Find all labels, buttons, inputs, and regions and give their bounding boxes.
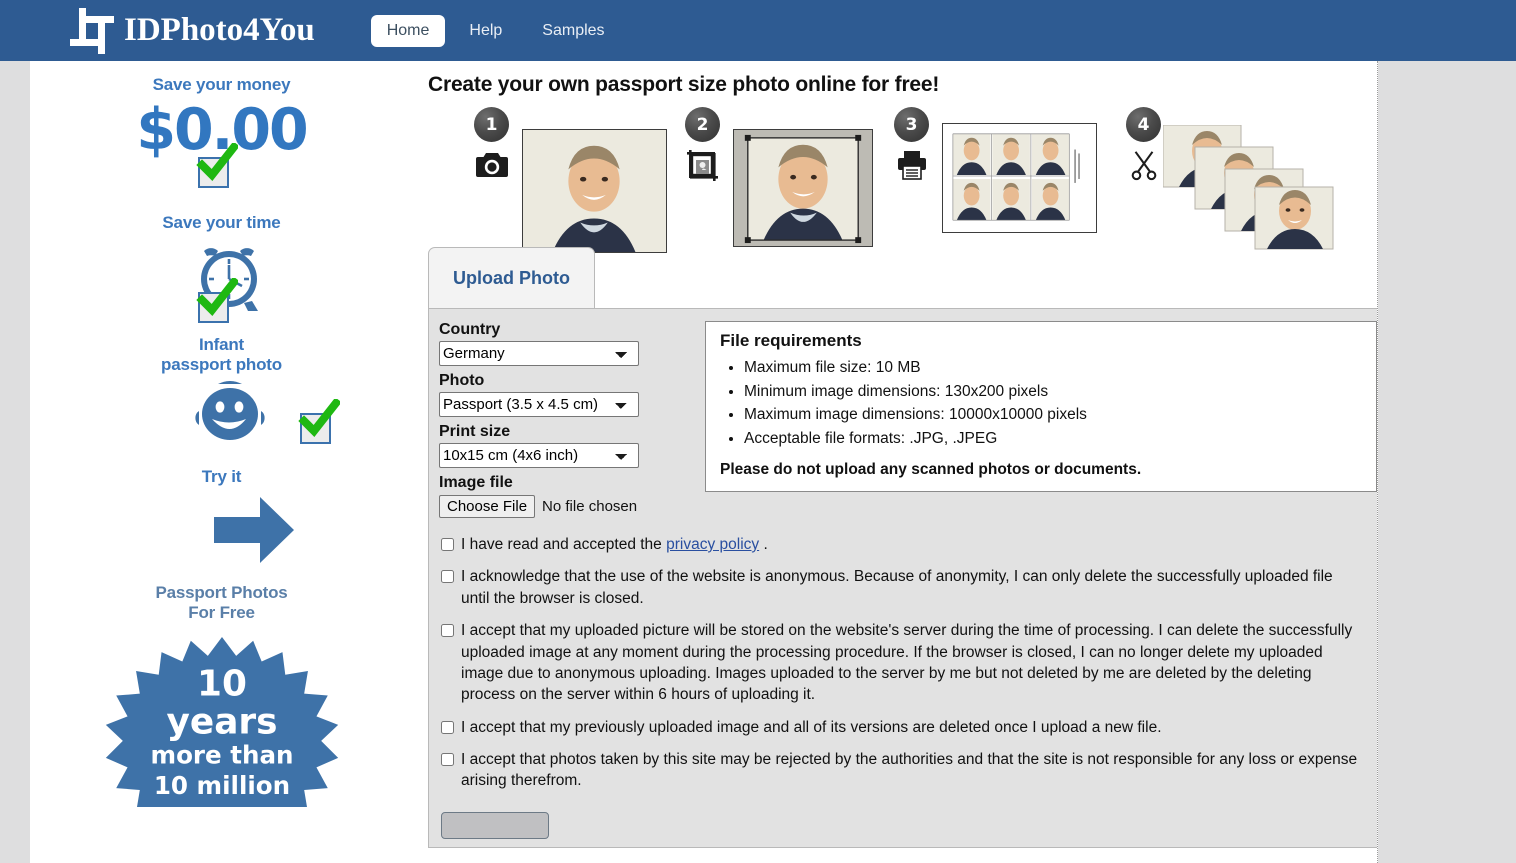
consent-text-anonymous: I acknowledge that the use of the websit… (461, 568, 1333, 607)
check-mark-money-icon (196, 143, 238, 182)
page-title: Create your own passport size photo onli… (428, 73, 940, 96)
consent-text-rejection: I accept that photos taken by this site … (461, 751, 1358, 790)
requirement-item: Maximum image dimensions: 10000x10000 pi… (744, 403, 1362, 427)
file-requirements-list: Maximum file size: 10 MB Minimum image d… (724, 356, 1362, 450)
step-4-photo-stack (1162, 124, 1353, 253)
badge-line2: years (166, 702, 277, 743)
sidebar-caption-money: Save your money (152, 75, 291, 94)
requirement-item: Maximum file size: 10 MB (744, 356, 1362, 380)
consent-privacy-post: . (759, 536, 768, 553)
tab-upload-photo[interactable]: Upload Photo (428, 247, 595, 309)
country-select[interactable]: Germany (439, 341, 639, 366)
step-4: 4 (1126, 107, 1161, 186)
page-root: IDPhoto4You Home Help Samples Save your … (0, 0, 1516, 863)
sidebar-caption-time: Save your time (162, 213, 281, 233)
badge-line1: 10 (197, 664, 247, 705)
image-file-label: Image file (439, 474, 513, 491)
check-mark-time-icon (196, 278, 238, 317)
consent-checkbox-privacy[interactable] (441, 538, 454, 551)
step-1: 1 (474, 107, 509, 186)
file-requirements-box: File requirements Maximum file size: 10 … (705, 321, 1377, 493)
content-area: Save your money $0.00 Save your time Inf… (30, 61, 1378, 863)
crop-photo-icon (687, 150, 718, 181)
sidebar-caption-infant-2: passport photo (161, 355, 282, 375)
requirement-item: Minimum image dimensions: 130x200 pixels (744, 380, 1362, 404)
file-requirements-title: File requirements (720, 331, 862, 350)
main-column: Create your own passport size photo onli… (413, 61, 1377, 863)
print-size-select[interactable]: 10x15 cm (4x6 inch) (439, 443, 639, 468)
consent-text-privacy: I have read and accepted the privacy pol… (461, 534, 768, 555)
consent-text-replace: I accept that my previously uploaded ima… (461, 718, 1162, 736)
badge-line4: 10 million (153, 771, 289, 800)
consent-text-storage: I accept that my uploaded picture will b… (461, 622, 1353, 704)
anniversary-badge: 10 years more than 10 million (30, 637, 413, 808)
steps-strip: 1 2 3 4 (428, 107, 1377, 257)
consent-privacy-pre: I have read and accepted the (461, 536, 667, 553)
upload-form: Country Germany Photo Passport (3.5 x 4.… (429, 321, 687, 518)
cut-photos-stack (1162, 124, 1334, 250)
step-2: 2 (685, 107, 720, 186)
nav-link-samples[interactable]: Samples (526, 15, 620, 47)
printed-sheet (943, 124, 1096, 232)
portrait-thumb-cropped (734, 130, 872, 246)
requirement-item: Acceptable file formats: .JPG, .JPEG (744, 427, 1362, 451)
step-1-badge: 1 (474, 107, 509, 142)
sidebar-footer-line2: For Free (188, 603, 255, 623)
consent-row-privacy: I have read and accepted the privacy pol… (439, 534, 1359, 555)
upload-panel: Country Germany Photo Passport (3.5 x 4.… (428, 308, 1377, 848)
nav-links: Home Help Samples (370, 14, 621, 47)
no-file-chosen-text: No file chosen (542, 498, 638, 515)
check-mark-infant-icon (298, 399, 340, 438)
step-1-photo (522, 129, 667, 253)
choose-file-button[interactable]: Choose File (439, 495, 536, 518)
scissors-icon (1131, 151, 1157, 181)
step-3-badge: 3 (894, 107, 929, 142)
consent-row-anonymous: I acknowledge that the use of the websit… (439, 566, 1359, 609)
consent-list: I have read and accepted the privacy pol… (439, 534, 1359, 792)
submit-button[interactable] (441, 811, 549, 839)
step-3: 3 (894, 107, 929, 186)
consent-row-storage: I accept that my uploaded picture will b… (439, 620, 1359, 706)
file-requirements-note: Please do not upload any scanned photos … (720, 461, 1142, 479)
step-4-badge: 4 (1126, 107, 1161, 142)
photo-type-select[interactable]: Passport (3.5 x 4.5 cm) (439, 392, 639, 417)
baby-face-icon (195, 381, 265, 441)
nav-link-home[interactable]: Home (370, 14, 446, 47)
consent-row-replace: I accept that my previously uploaded ima… (439, 717, 1359, 738)
sidebar-footer-line1: Passport Photos (155, 583, 288, 603)
print-size-label: Print size (439, 423, 511, 440)
consent-checkbox-anonymous[interactable] (441, 570, 454, 584)
nav-link-help[interactable]: Help (453, 15, 518, 47)
right-arrow-icon (214, 497, 294, 564)
brand-title: IDPhoto4You (124, 12, 315, 48)
crop-tool-icon (70, 7, 114, 54)
printer-icon (898, 151, 926, 180)
consent-checkbox-storage[interactable] (441, 624, 454, 638)
badge-line3: more than (150, 741, 293, 770)
country-label: Country (439, 321, 501, 338)
consent-checkbox-replace[interactable] (441, 720, 454, 734)
step-2-badge: 2 (685, 107, 720, 142)
tab-strip: Upload Photo (428, 247, 1377, 309)
step-2-photo (733, 129, 873, 247)
photo-label: Photo (439, 372, 485, 389)
consent-checkbox-rejection[interactable] (441, 753, 454, 766)
top-navbar: IDPhoto4You Home Help Samples (0, 0, 1516, 61)
privacy-policy-link[interactable]: privacy policy (666, 536, 759, 553)
portrait-thumb (523, 130, 666, 252)
brand[interactable]: IDPhoto4You (70, 7, 315, 54)
camera-icon (476, 153, 508, 177)
sidebar-caption-infant-1: Infant (198, 335, 245, 355)
promo-sidebar: Save your money $0.00 Save your time Inf… (30, 61, 413, 863)
step-3-photo-sheet (942, 123, 1097, 233)
sidebar-caption-tryit: Try it (201, 467, 242, 487)
consent-row-rejection: I accept that photos taken by this site … (439, 749, 1359, 792)
